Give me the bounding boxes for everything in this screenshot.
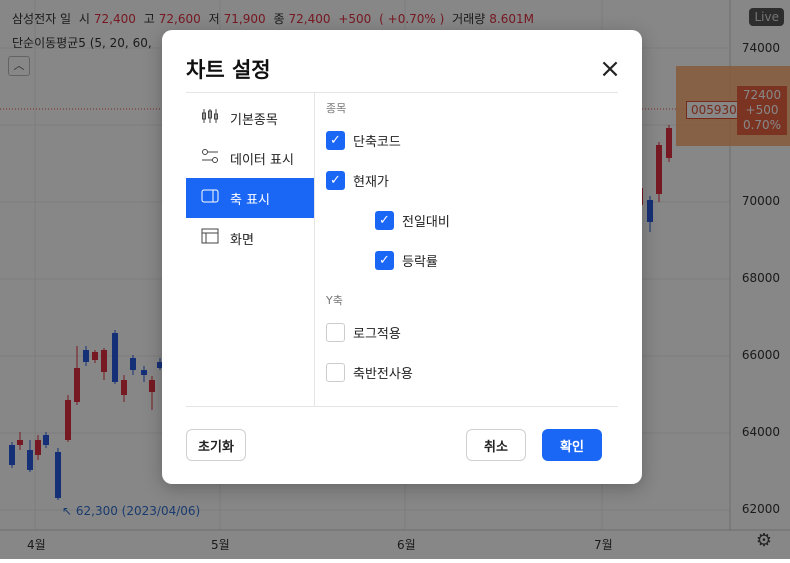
checkbox-change-rate[interactable]: ✓ 등락률 [326, 240, 616, 280]
checkbox-label: 축반전사용 [353, 366, 413, 382]
checkbox-current-price[interactable]: ✓ 현재가 [326, 160, 616, 200]
checkbox-label: 로그적용 [353, 326, 401, 342]
checkbox-checked-icon[interactable]: ✓ [326, 170, 345, 190]
menu-item-basic-stock[interactable]: 기본종목 [186, 98, 314, 138]
divider [314, 92, 315, 406]
checkbox-label: 등락률 [402, 254, 438, 270]
menu-item-label: 데이터 표시 [230, 152, 294, 168]
layout-icon [200, 228, 220, 248]
cancel-button[interactable]: 취소 [466, 429, 526, 461]
checkbox-invert-axis[interactable]: 축반전사용 [326, 352, 616, 392]
checkbox-prev-day-change[interactable]: ✓ 전일대비 [326, 200, 616, 240]
settings-menu: 기본종목 데이터 표시 축 표시 화면 [186, 98, 314, 258]
checkbox-checked-icon[interactable]: ✓ [375, 210, 394, 230]
checkbox-label: 현재가 [353, 174, 389, 190]
close-icon[interactable]: × [598, 56, 622, 82]
menu-item-screen[interactable]: 화면 [186, 218, 314, 258]
sliders-icon [200, 148, 220, 168]
menu-item-label: 화면 [230, 232, 254, 248]
section-label-y-axis: Y축 [326, 294, 343, 307]
checkbox-unchecked-icon[interactable] [326, 362, 345, 382]
checkbox-label: 단축코드 [353, 134, 401, 150]
divider [186, 406, 618, 407]
confirm-button[interactable]: 확인 [542, 429, 602, 461]
menu-item-axis-display[interactable]: 축 표시 [186, 178, 314, 218]
reset-button[interactable]: 초기화 [186, 429, 246, 461]
menu-item-data-display[interactable]: 데이터 표시 [186, 138, 314, 178]
checkbox-checked-icon[interactable]: ✓ [326, 130, 345, 150]
axis-icon [200, 188, 220, 208]
chart-settings-dialog: 차트 설정 × 기본종목 데이터 표시 축 표시 화면 종목 ✓ 단축코드 ✓ … [162, 30, 642, 484]
divider [186, 92, 618, 93]
dialog-title: 차트 설정 [186, 58, 271, 82]
checkbox-unchecked-icon[interactable] [326, 322, 345, 342]
candlestick-icon [200, 108, 220, 128]
checkbox-label: 전일대비 [402, 214, 450, 230]
section-label-stock: 종목 [326, 102, 347, 115]
checkbox-short-code[interactable]: ✓ 단축코드 [326, 120, 616, 160]
menu-item-label: 축 표시 [230, 192, 271, 208]
checkbox-checked-icon[interactable]: ✓ [375, 250, 394, 270]
menu-item-label: 기본종목 [230, 112, 278, 128]
axis-settings-panel: 종목 ✓ 단축코드 ✓ 현재가 ✓ 전일대비 ✓ 등락률 Y축 로그적용 축반전… [326, 98, 616, 392]
checkbox-log-scale[interactable]: 로그적용 [326, 312, 616, 352]
